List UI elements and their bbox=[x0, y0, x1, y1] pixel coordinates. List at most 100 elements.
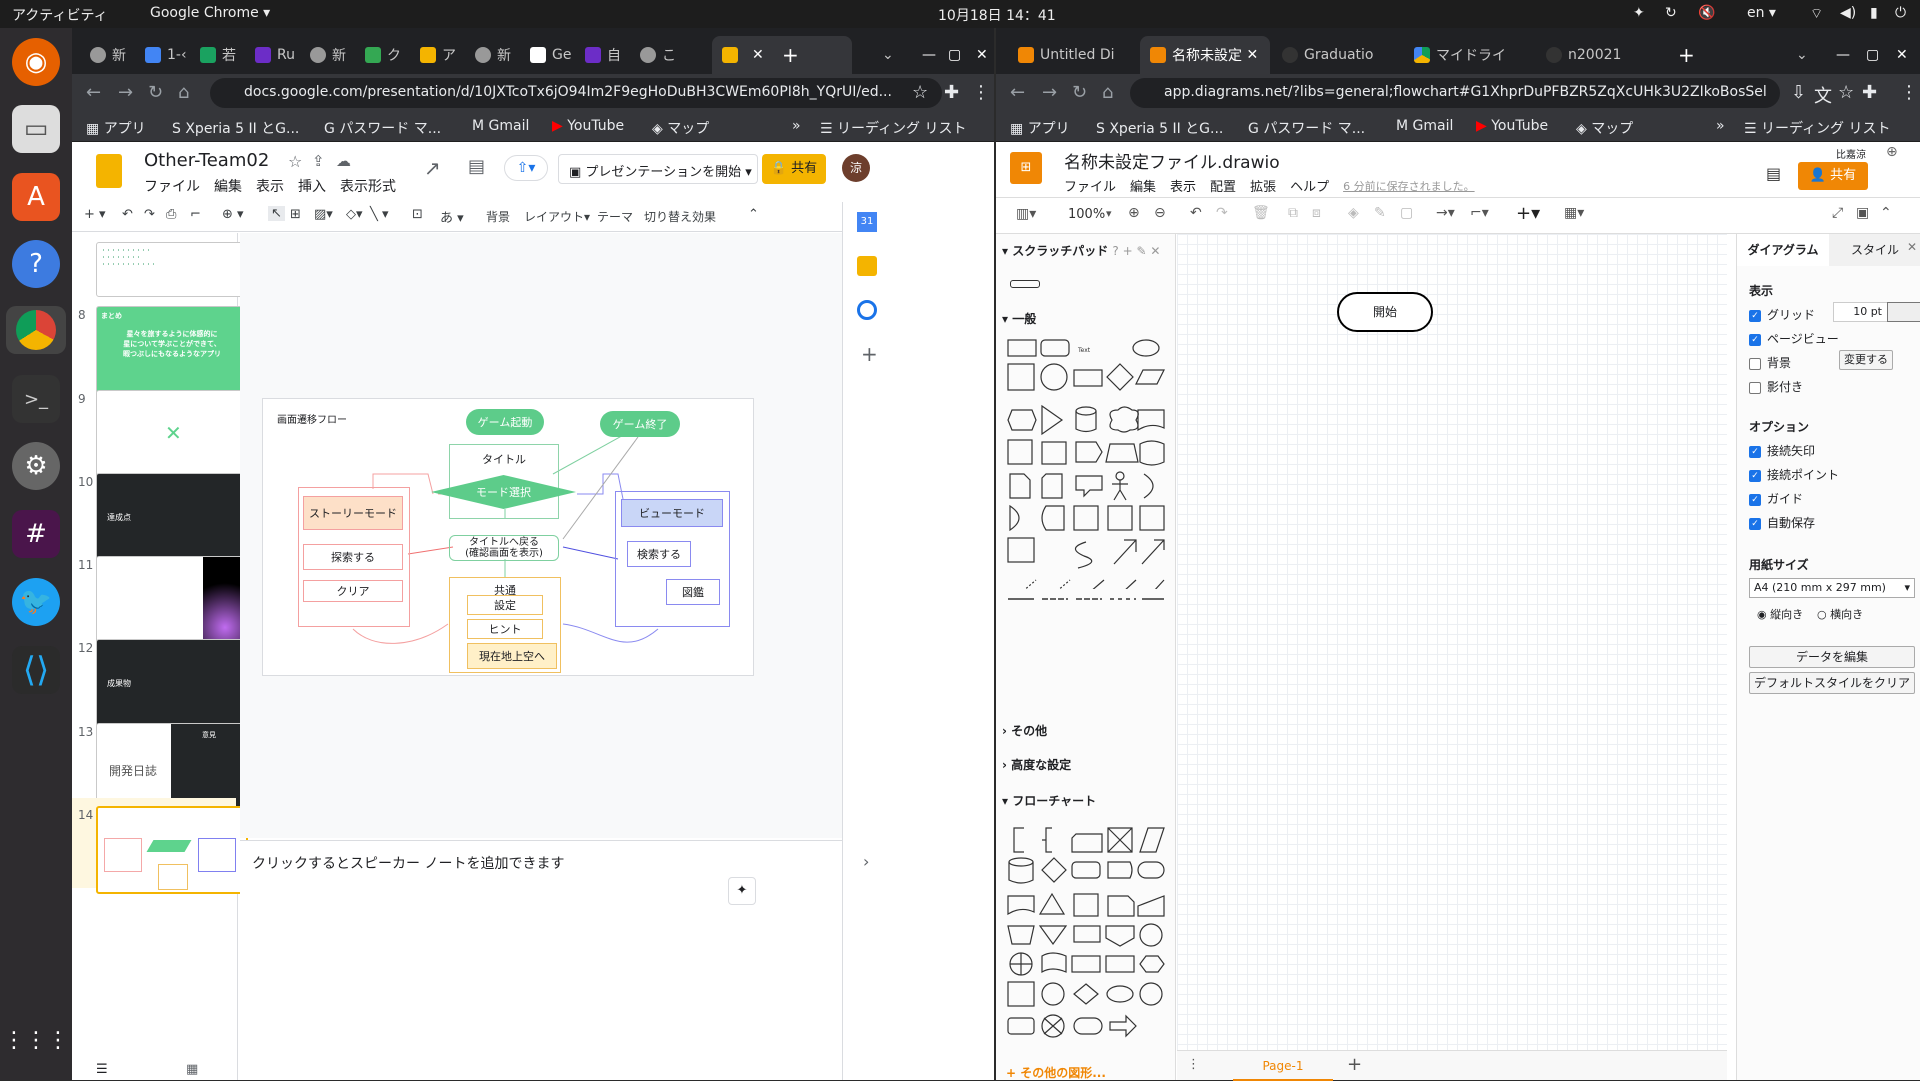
bookmark-maps[interactable]: ◈ マップ bbox=[652, 118, 709, 138]
tab-5[interactable]: 新 bbox=[300, 36, 355, 74]
layout-button[interactable]: レイアウト▾ bbox=[524, 208, 590, 225]
shape-tool-icon[interactable]: ◇▾ bbox=[346, 207, 363, 222]
pages-menu-icon[interactable]: ⋮ bbox=[1187, 1057, 1200, 1072]
meet-button[interactable]: ⇧▾ bbox=[504, 155, 548, 181]
share-button[interactable]: 👤 共有 bbox=[1798, 162, 1868, 190]
slide-thumb-7[interactable]: ・・・・・・・・・・ ・・・・・・・・ ・・・・・・・・・・・ bbox=[96, 242, 248, 297]
node-explore[interactable]: 探索する bbox=[303, 544, 403, 570]
drawio-logo-icon[interactable]: ⊞ bbox=[1010, 152, 1042, 184]
bookmarks-overflow[interactable]: » bbox=[1716, 118, 1725, 134]
connection-points-checkbox[interactable]: ✓ 接続ポイント bbox=[1749, 466, 1839, 483]
menu-icon[interactable]: ⋮ bbox=[1900, 82, 1918, 103]
comment-icon[interactable]: ⊡ bbox=[412, 207, 423, 222]
dropbox-icon[interactable]: ✦ bbox=[1633, 5, 1645, 21]
bookmark-star-icon[interactable]: ☆ bbox=[1838, 82, 1854, 103]
shadow-icon[interactable]: ▢ bbox=[1400, 205, 1413, 221]
flowchart-header[interactable]: ▾ フローチャート bbox=[1002, 792, 1096, 809]
clock[interactable]: 10月18日 14：41 bbox=[938, 5, 1056, 25]
reload-icon[interactable]: ↻ bbox=[1072, 82, 1087, 103]
terminal-icon[interactable]: >_ bbox=[12, 375, 60, 423]
zoom-in-icon[interactable]: ⊕ bbox=[1128, 205, 1140, 221]
battery-icon[interactable]: ▮ bbox=[1870, 5, 1878, 21]
bookmark-xperia[interactable]: S Xperia 5 II とG... bbox=[1096, 118, 1223, 138]
calendar-icon[interactable]: 31 bbox=[857, 212, 877, 232]
menu-format[interactable]: 表示形式 bbox=[340, 176, 396, 196]
menu-file[interactable]: ファイル bbox=[144, 176, 200, 196]
node-clear[interactable]: クリア bbox=[303, 580, 403, 602]
node-view-mode[interactable]: ビューモード bbox=[621, 499, 723, 527]
file-title[interactable]: 名称未設定ファイル.drawio bbox=[1064, 148, 1280, 173]
page-tab[interactable]: Page-1 bbox=[1233, 1051, 1333, 1081]
translate-icon[interactable]: 文 bbox=[1814, 82, 1832, 108]
present-button[interactable]: ▣ プレゼンテーションを開始 ▾ bbox=[558, 154, 758, 184]
bookmark-gmail[interactable]: M Gmail bbox=[1396, 118, 1453, 134]
menu-edit[interactable]: 編集 bbox=[214, 176, 242, 196]
slide-thumb-9[interactable]: ✕ bbox=[96, 390, 248, 478]
bookmark-youtube[interactable]: ▶ YouTube bbox=[1476, 118, 1548, 134]
portrait-radio[interactable]: ◉ 縦向き bbox=[1757, 606, 1803, 622]
zoom-icon[interactable]: ⊕ ▾ bbox=[222, 207, 244, 222]
other-header[interactable]: › その他 bbox=[1002, 722, 1047, 739]
extensions-icon[interactable]: ✚ bbox=[1862, 82, 1877, 103]
scratch-shape[interactable] bbox=[1010, 280, 1040, 288]
menu-arrange[interactable]: 配置 bbox=[1210, 176, 1236, 195]
transition-button[interactable]: 切り替え効果 bbox=[644, 208, 716, 225]
move-icon[interactable]: ⇪ bbox=[312, 152, 325, 170]
grid-color-button[interactable] bbox=[1887, 302, 1920, 322]
software-center-icon[interactable]: A bbox=[12, 173, 60, 221]
star-icon[interactable]: ☆ bbox=[288, 152, 302, 171]
input-tools-icon[interactable]: あ ▾ bbox=[440, 207, 464, 226]
comments-icon[interactable]: ▤ bbox=[1766, 164, 1781, 183]
back-icon[interactable]: ← bbox=[1010, 82, 1025, 103]
reading-list[interactable]: ☰ リーディング リスト bbox=[1744, 118, 1891, 138]
bookmark-apps[interactable]: ▦ アプリ bbox=[86, 118, 146, 138]
tab-3[interactable]: 若 bbox=[190, 36, 245, 74]
flowchart-shapes-palette[interactable] bbox=[1006, 822, 1166, 1052]
tasks-icon[interactable] bbox=[857, 300, 877, 320]
bookmark-xperia[interactable]: S Xperia 5 II とG... bbox=[172, 118, 299, 138]
slack-icon[interactable]: # bbox=[12, 510, 60, 558]
tab-8[interactable]: 新 bbox=[465, 36, 520, 74]
forward-icon[interactable]: → bbox=[118, 82, 133, 103]
files-icon[interactable]: ▭ bbox=[12, 105, 60, 153]
background-button[interactable]: 背景 bbox=[486, 208, 510, 225]
clear-default-style-button[interactable]: デフォルトスタイルをクリア bbox=[1749, 672, 1915, 694]
redo-icon[interactable]: ↷ bbox=[1216, 205, 1228, 221]
fullscreen-icon[interactable]: ⤢ bbox=[1832, 205, 1843, 221]
addons-plus-icon[interactable]: + bbox=[861, 342, 878, 366]
doc-title[interactable]: Other-Team02 bbox=[144, 150, 269, 171]
add-page-icon[interactable]: + bbox=[1347, 1054, 1362, 1075]
change-background-button[interactable]: 変更する bbox=[1839, 350, 1893, 370]
bookmark-apps[interactable]: ▦ アプリ bbox=[1010, 118, 1070, 138]
wifi-icon[interactable]: ⌔ bbox=[1810, 5, 1823, 23]
select-tool-icon[interactable]: ↖ bbox=[268, 206, 285, 221]
tab-diagram[interactable]: ダイアグラム bbox=[1737, 234, 1829, 266]
undo-icon[interactable]: ↶ bbox=[1190, 205, 1202, 221]
fill-color-icon[interactable]: ◈ bbox=[1348, 205, 1359, 221]
tab-7[interactable]: ア bbox=[410, 36, 465, 74]
node-sky[interactable]: 現在地上空へ bbox=[467, 643, 557, 669]
settings-icon[interactable]: ⚙ bbox=[12, 442, 60, 490]
node-settings[interactable]: 設定 bbox=[467, 595, 543, 615]
tab-1[interactable]: 新 bbox=[80, 36, 135, 74]
slides-logo-icon[interactable] bbox=[96, 154, 122, 188]
back-icon[interactable]: ← bbox=[86, 82, 101, 103]
undo-icon[interactable]: ↶ bbox=[122, 207, 133, 222]
activity-icon[interactable]: ↗ bbox=[424, 156, 441, 180]
save-status[interactable]: 6 分前に保存されました。 bbox=[1343, 178, 1475, 195]
tab-graduation[interactable]: Graduatio bbox=[1272, 36, 1402, 74]
zoom-dropdown-icon[interactable]: ▾ bbox=[1106, 207, 1112, 220]
forward-icon[interactable]: → bbox=[1042, 82, 1057, 103]
close-panel-icon[interactable]: ✕ bbox=[1907, 240, 1917, 254]
help-icon[interactable]: ? bbox=[12, 240, 60, 288]
bookmark-passwords[interactable]: G パスワード マ... bbox=[324, 118, 441, 138]
home-icon[interactable]: ⌂ bbox=[178, 82, 189, 103]
chrome-icon[interactable] bbox=[6, 306, 66, 354]
zoom-level[interactable]: 100% bbox=[1068, 207, 1105, 222]
menu-help[interactable]: ヘルプ bbox=[1290, 176, 1329, 195]
menu-view[interactable]: 表示 bbox=[1170, 176, 1196, 195]
bookmark-star-icon[interactable]: ☆ bbox=[912, 82, 928, 103]
redo-icon[interactable]: ↷ bbox=[144, 207, 155, 222]
paint-format-icon[interactable]: ⌐ bbox=[190, 207, 201, 222]
page-view-checkbox[interactable]: ✓ ページビュー bbox=[1749, 330, 1839, 347]
